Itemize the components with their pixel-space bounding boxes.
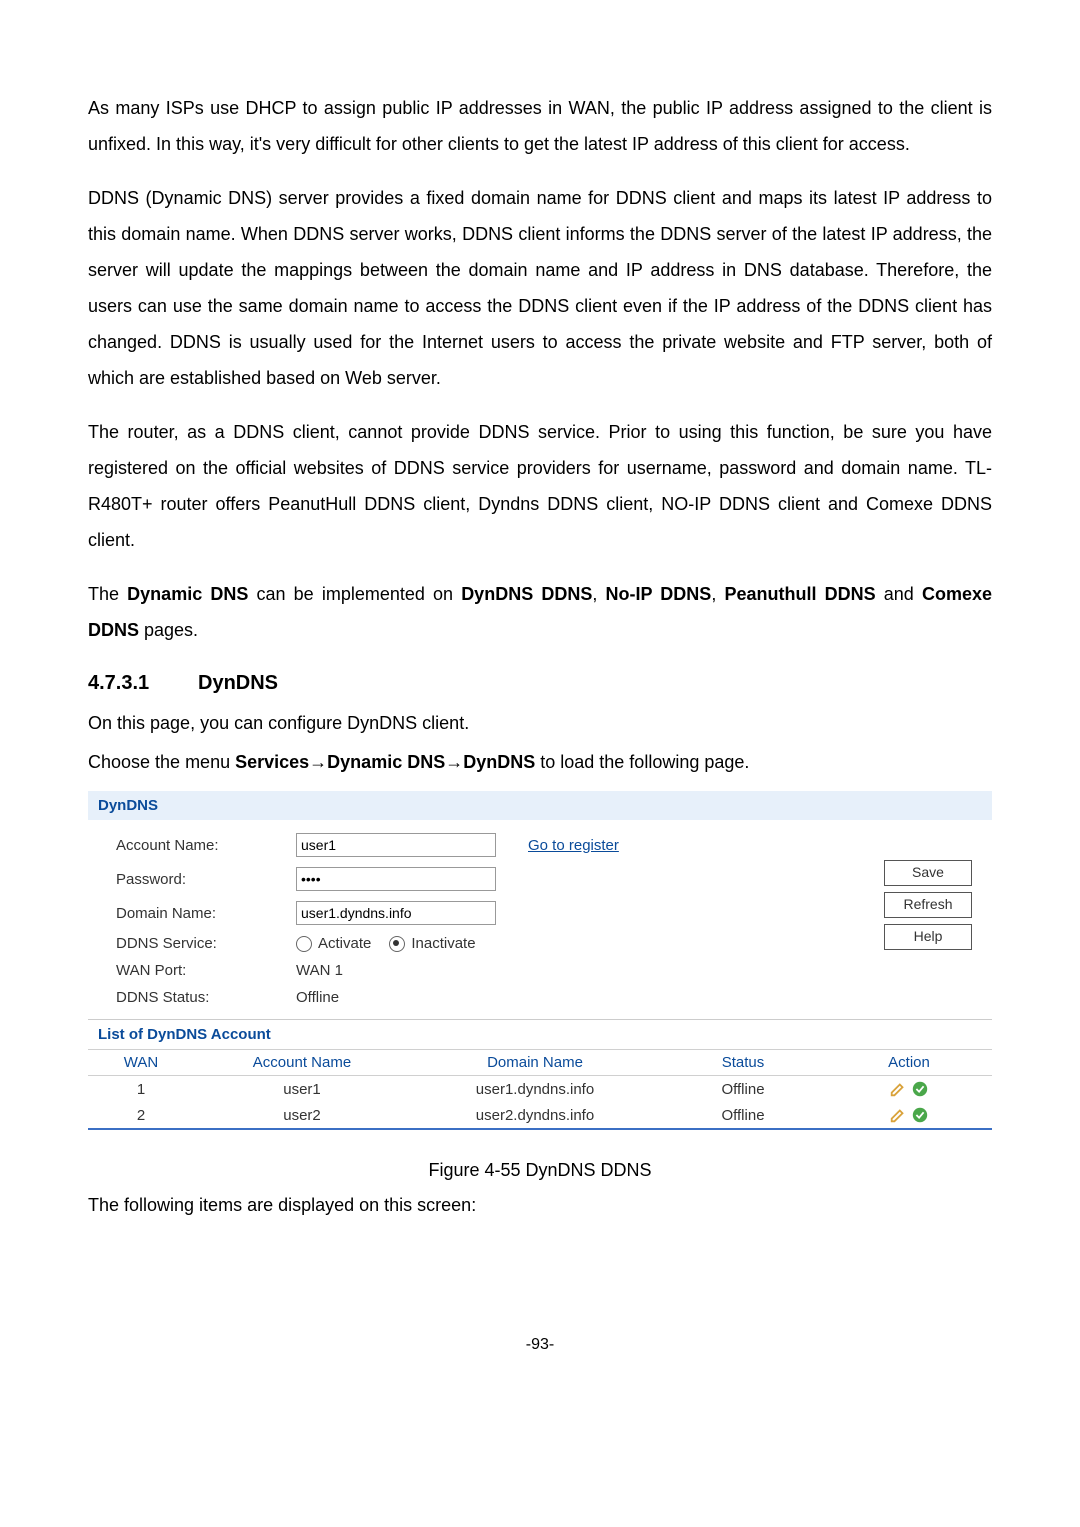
cell-action: [826, 1102, 992, 1128]
label-status: DDNS Status:: [116, 989, 296, 1006]
radio-inactivate-label: Inactivate: [411, 935, 475, 952]
table-row: 1user1user1.dyndns.infoOffline: [88, 1076, 992, 1103]
dyndns-panel: DynDNS Account Name: Go to register Pass…: [88, 791, 992, 1130]
cell-account: user1: [194, 1076, 410, 1103]
panel-title: DynDNS: [88, 791, 992, 820]
row-service: DDNS Service: Activate Inactivate: [116, 930, 884, 957]
check-icon[interactable]: [911, 1080, 929, 1098]
go-to-register-link[interactable]: Go to register: [528, 837, 619, 854]
bold-text: Services: [235, 752, 309, 772]
row-password: Password:: [116, 862, 884, 896]
following-items-line: The following items are displayed on thi…: [88, 1195, 992, 1216]
wanport-value: WAN 1: [296, 962, 343, 979]
section-line-1: On this page, you can configure DynDNS c…: [88, 713, 992, 734]
cell-wan: 1: [88, 1076, 194, 1103]
section-number: 4.7.3.1: [88, 672, 198, 695]
account-table: WAN Account Name Domain Name Status Acti…: [88, 1049, 992, 1128]
label-domain: Domain Name:: [116, 905, 296, 922]
button-label: Save: [912, 864, 944, 880]
label-service: DDNS Service:: [116, 935, 296, 952]
bold-text: Peanuthull DDNS: [724, 584, 875, 604]
cell-wan: 2: [88, 1102, 194, 1128]
intro-para-4: The Dynamic DNS can be implemented on Dy…: [88, 576, 992, 648]
row-domain: Domain Name:: [116, 896, 884, 930]
radio-activate[interactable]: [296, 936, 312, 952]
bold-text: DynDNS: [463, 752, 535, 772]
button-label: Refresh: [903, 896, 952, 912]
text: pages.: [139, 620, 198, 640]
edit-icon[interactable]: [889, 1080, 907, 1098]
text: to load the following page.: [535, 752, 749, 772]
label-wanport: WAN Port:: [116, 962, 296, 979]
section-title: DynDNS: [198, 672, 278, 694]
text: and: [876, 584, 922, 604]
radio-activate-label: Activate: [318, 935, 371, 952]
text: ,: [711, 584, 724, 604]
edit-icon[interactable]: [889, 1106, 907, 1124]
cell-domain: user2.dyndns.info: [410, 1102, 660, 1128]
label-password: Password:: [116, 871, 296, 888]
row-account: Account Name: Go to register: [116, 828, 884, 862]
label-account: Account Name:: [116, 837, 296, 854]
intro-para-3: The router, as a DDNS client, cannot pro…: [88, 414, 992, 558]
account-input[interactable]: [296, 833, 496, 857]
bold-text: No-IP DDNS: [606, 584, 712, 604]
row-status: DDNS Status: Offline: [116, 984, 884, 1011]
cell-action: [826, 1076, 992, 1103]
cell-account: user2: [194, 1102, 410, 1128]
radio-inactivate[interactable]: [389, 936, 405, 952]
arrow: →: [445, 752, 463, 772]
section-heading: 4.7.3.1DynDNS: [88, 672, 992, 695]
cell-status: Offline: [660, 1076, 826, 1103]
text: Choose the menu: [88, 752, 235, 772]
table-row: 2user2user2.dyndns.infoOffline: [88, 1102, 992, 1128]
row-wanport: WAN Port: WAN 1: [116, 957, 884, 984]
col-account: Account Name: [194, 1050, 410, 1076]
save-button[interactable]: Save: [884, 860, 972, 886]
password-input[interactable]: [296, 867, 496, 891]
button-label: Help: [914, 928, 943, 944]
text: ,: [592, 584, 605, 604]
intro-para-2: DDNS (Dynamic DNS) server provides a fix…: [88, 180, 992, 396]
section-line-2: Choose the menu Services→Dynamic DNS→Dyn…: [88, 752, 992, 773]
domain-input[interactable]: [296, 901, 496, 925]
help-button[interactable]: Help: [884, 924, 972, 950]
col-domain: Domain Name: [410, 1050, 660, 1076]
bold-text: Dynamic DNS: [127, 584, 248, 604]
cell-status: Offline: [660, 1102, 826, 1128]
col-action: Action: [826, 1050, 992, 1076]
figure-caption: Figure 4-55 DynDNS DDNS: [88, 1160, 992, 1181]
bold-text: Dynamic DNS: [327, 752, 445, 772]
list-title: List of DynDNS Account: [88, 1019, 992, 1049]
intro-para-1: As many ISPs use DHCP to assign public I…: [88, 90, 992, 162]
col-wan: WAN: [88, 1050, 194, 1076]
page-number: -93-: [88, 1336, 992, 1354]
arrow: →: [309, 752, 327, 772]
check-icon[interactable]: [911, 1106, 929, 1124]
bold-text: DynDNS DDNS: [461, 584, 592, 604]
status-value: Offline: [296, 989, 339, 1006]
text: The: [88, 584, 127, 604]
cell-domain: user1.dyndns.info: [410, 1076, 660, 1103]
col-status: Status: [660, 1050, 826, 1076]
refresh-button[interactable]: Refresh: [884, 892, 972, 918]
text: can be implemented on: [248, 584, 461, 604]
